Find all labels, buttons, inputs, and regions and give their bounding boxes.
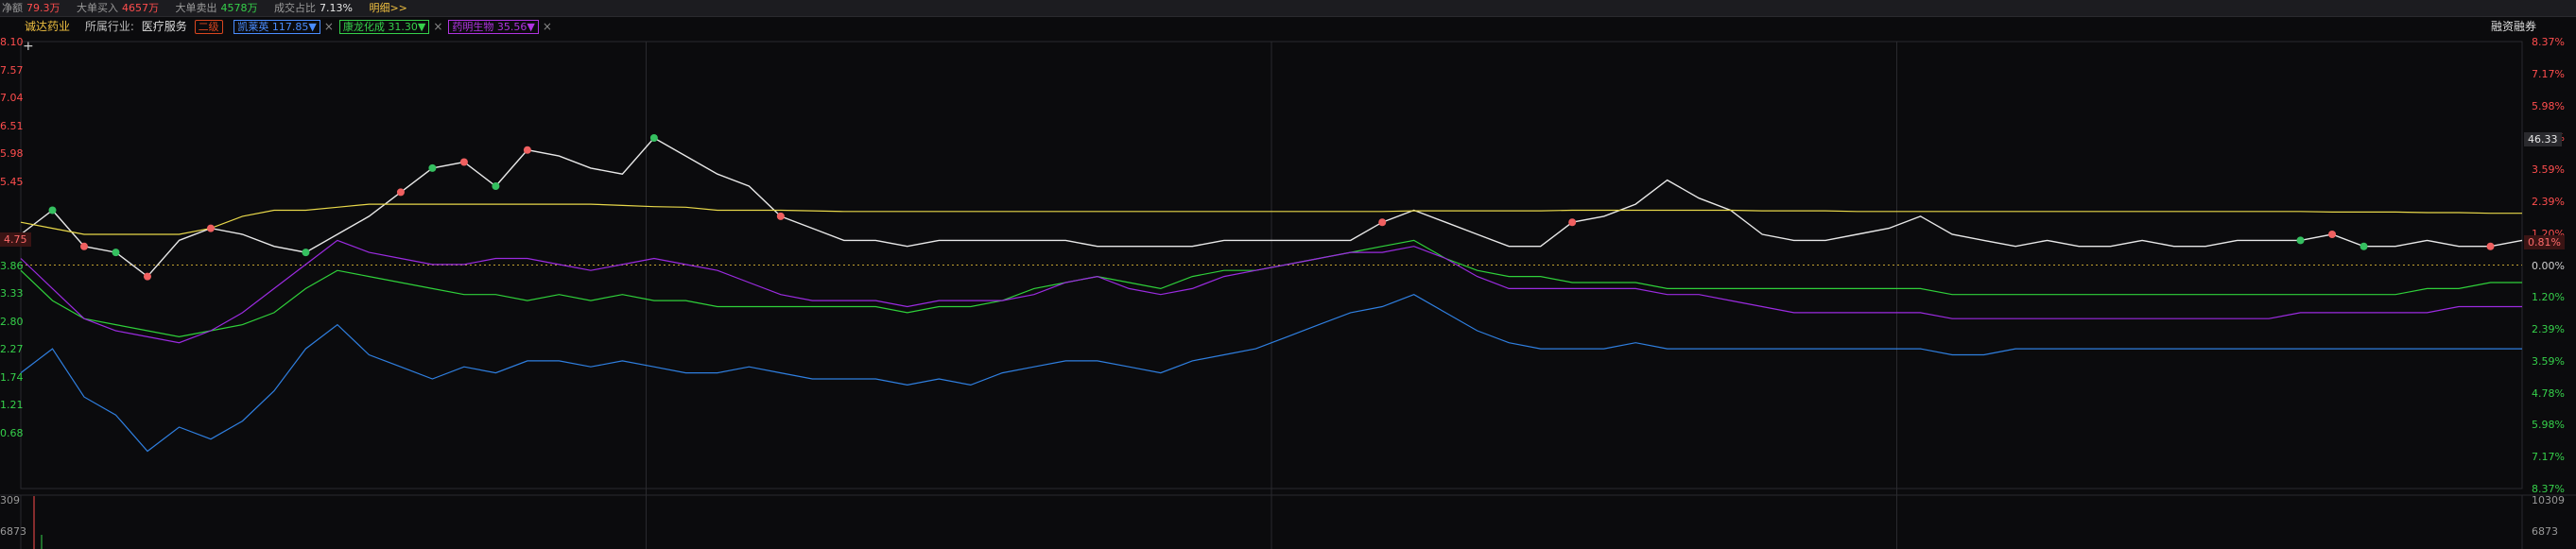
right-tick: 4.78% <box>2532 386 2565 400</box>
signal-dot-14 <box>1568 218 1577 227</box>
signal-dot-5 <box>302 249 310 257</box>
left-tick: 7.04 <box>0 92 24 105</box>
left-tick: 1.74 <box>0 370 24 384</box>
right-tick: 5.98% <box>2532 99 2565 112</box>
signal-dot-17 <box>2360 242 2368 250</box>
signal-dot-18 <box>2486 242 2495 250</box>
right-tick: 7.17% <box>2532 451 2565 464</box>
left-tick: 5.45 <box>0 175 24 188</box>
left-tick: 3.86 <box>0 259 24 272</box>
signal-dot-12 <box>776 212 785 220</box>
signal-dot-16 <box>2328 230 2337 238</box>
price-marker: 4.75 <box>0 232 31 247</box>
vol-right-top: 10309 <box>2532 494 2565 506</box>
pct-marker: 0.81% <box>2524 235 2565 249</box>
left-tick: 6.51 <box>0 119 24 132</box>
right-tick: 1.20% <box>2532 291 2565 304</box>
left-tick: 2.27 <box>0 343 24 356</box>
signal-dot-4 <box>206 224 215 232</box>
right-tick: 2.39% <box>2532 195 2565 208</box>
left-tick: 8.10 <box>0 36 24 48</box>
left-tick: 2.80 <box>0 315 24 328</box>
vol-left-mid: 6873 <box>0 525 26 538</box>
intraday-chart[interactable] <box>0 0 2576 549</box>
left-tick: 1.21 <box>0 399 24 412</box>
signal-dot-7 <box>428 163 437 172</box>
right-tick: 2.39% <box>2532 323 2565 336</box>
signal-dot-1 <box>79 242 88 250</box>
right-tick: 3.59% <box>2532 163 2565 177</box>
right-tick: 0.00% <box>2532 259 2565 272</box>
right-tick: 8.37% <box>2532 483 2565 495</box>
right-tick: 3.59% <box>2532 354 2565 368</box>
signal-dot-3 <box>143 272 151 281</box>
left-tick: 0.68 <box>0 426 24 439</box>
signal-dot-13 <box>1378 218 1387 227</box>
right-tick: 7.17% <box>2532 67 2565 80</box>
signal-dot-0 <box>48 206 57 214</box>
right-tick: 8.37% <box>2532 36 2565 48</box>
signal-dot-10 <box>523 146 531 154</box>
vol-right-mid: 6873 <box>2532 525 2558 538</box>
right-tick: 5.98% <box>2532 419 2565 432</box>
left-tick: 5.98 <box>0 147 24 161</box>
vol-left-top: 309 <box>0 494 20 506</box>
signal-dot-15 <box>2296 236 2305 245</box>
right-value-marker: 46.33 <box>2524 132 2562 146</box>
signal-dot-6 <box>396 188 405 197</box>
left-tick: 7.57 <box>0 63 24 77</box>
left-tick: 3.33 <box>0 287 24 300</box>
signal-dot-8 <box>459 158 468 166</box>
signal-dot-11 <box>649 133 658 142</box>
signal-dot-9 <box>492 181 500 190</box>
signal-dot-2 <box>112 249 120 257</box>
